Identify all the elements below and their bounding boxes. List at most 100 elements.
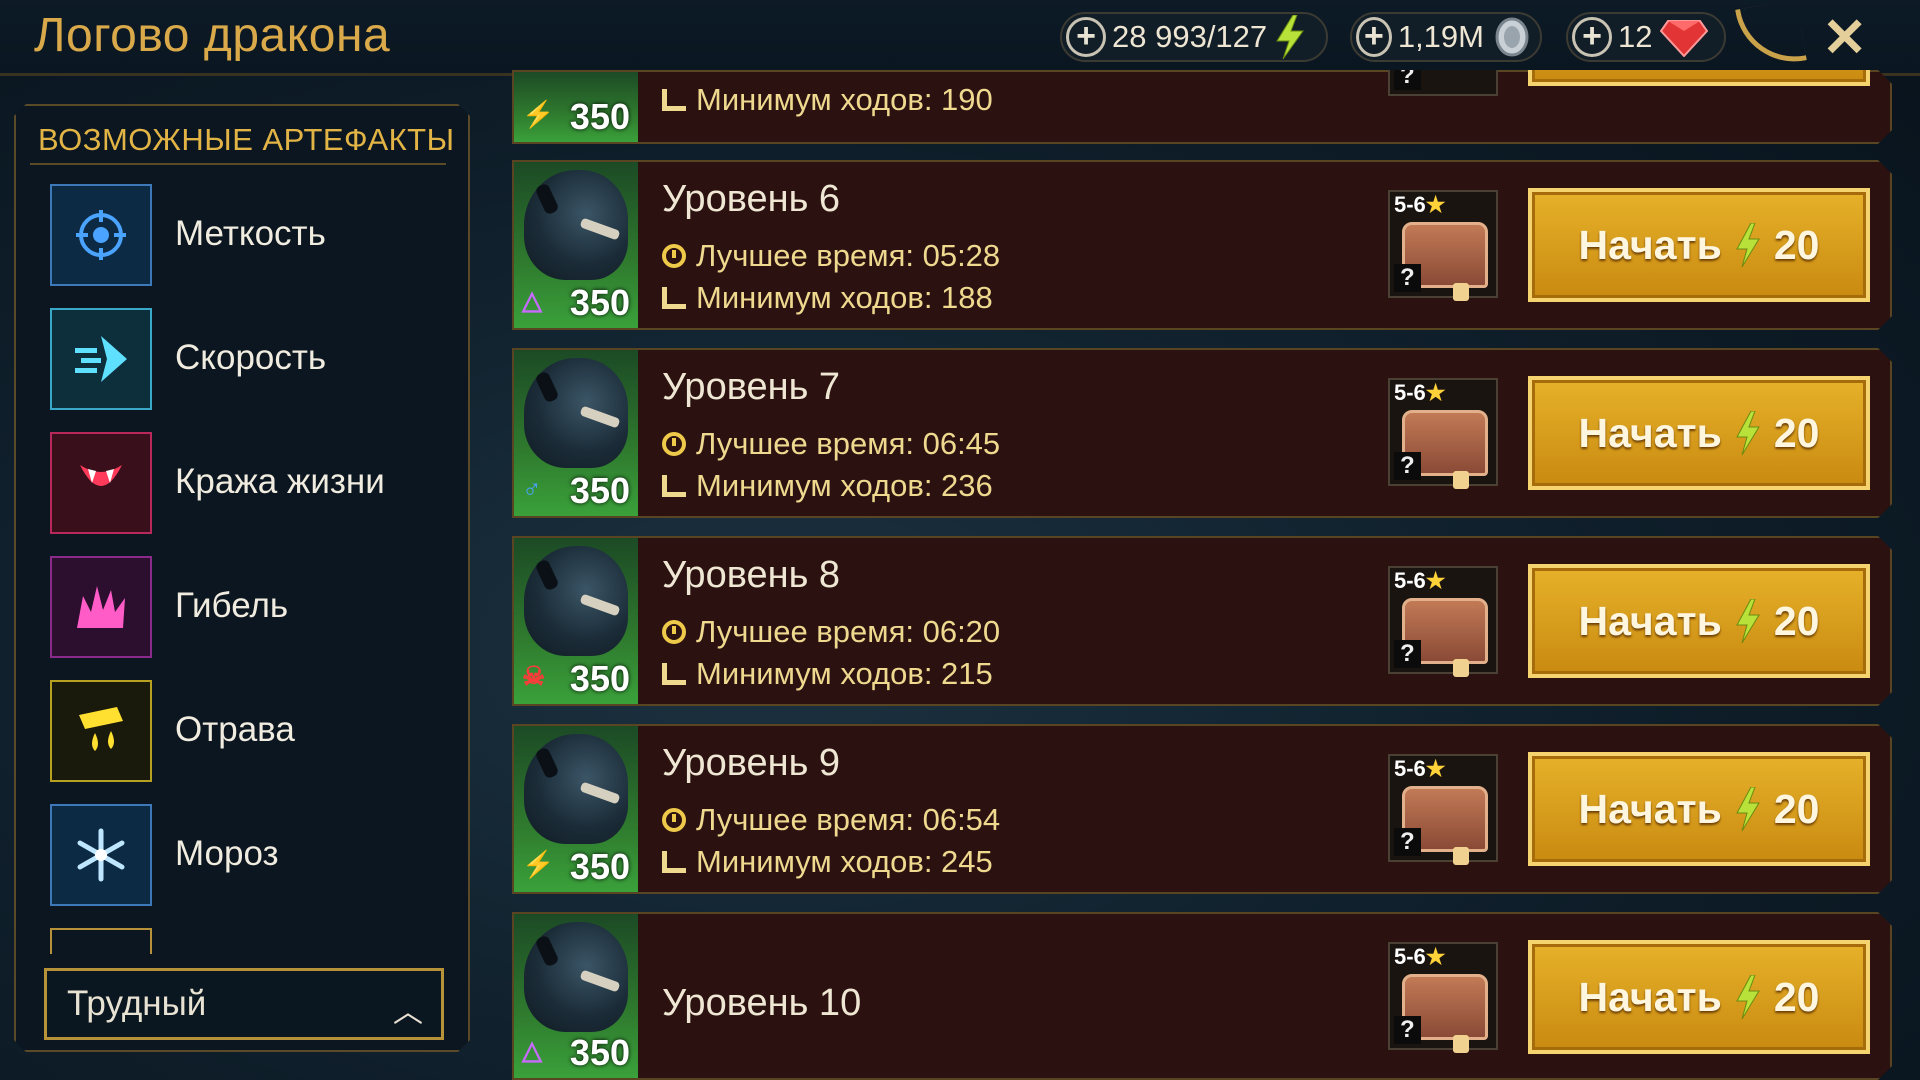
start-button[interactable]: Начать 20 [1528,188,1870,302]
boss-thumbnail: △ 350 [514,914,638,1078]
level-row: ♂ 350 Уровень 7 Лучшее время: 06:45 Минимум … [512,348,1892,518]
start-cost: 20 [1773,221,1820,268]
close-button[interactable]: ✕ [1822,6,1867,69]
dragon-image [524,734,628,844]
reward-chest[interactable]: 5-6★? [1388,942,1498,1050]
start-cost: 20 [1773,409,1820,456]
accuracy-icon[interactable] [50,184,152,286]
energy-icon [1736,599,1760,643]
stairs-icon [662,89,686,111]
reward-rank: 5-6★ [1394,756,1446,781]
lifesteal-icon[interactable] [50,432,152,534]
add-energy-button[interactable]: + [1066,17,1106,57]
level-name: Уровень 9 [662,742,841,784]
artifact-label-speed: Скорость [175,338,327,377]
boss-thumbnail: ☠ 350 [514,538,638,704]
artifact-label-accuracy: Меткость [175,214,326,253]
start-button[interactable]: Начать 20 [1528,564,1870,678]
dragon-image [524,546,628,656]
stairs-icon [662,475,686,497]
reward-chest[interactable]: 5-6★? [1388,754,1498,862]
unknown-reward-icon: ? [1394,1016,1421,1044]
force-affinity-icon: ⚡ [522,849,555,879]
gems-counter: + 12 [1566,12,1726,62]
start-cost: 20 [1773,785,1820,832]
dragon-image [524,170,628,280]
energy-icon [1275,15,1305,59]
boss-power: 350 [569,846,630,887]
difficulty-value: Трудный [67,984,207,1023]
add-gems-button[interactable]: + [1572,17,1612,57]
reward-chest[interactable]: 5-6★? [1388,190,1498,298]
start-button[interactable]: Начать 20 [1528,376,1870,490]
silver-counter: + 1,19M [1350,12,1542,62]
artifact-panel-heading: ВОЗМОЖНЫЕ АРТЕФАКТЫ [38,122,455,157]
unknown-reward-icon: ? [1394,264,1421,292]
crescent-icon [1735,0,1807,71]
frost-icon[interactable] [50,804,152,906]
start-label: Начать [1578,973,1722,1020]
start-button[interactable]: Начать 20 [1528,752,1870,866]
boss-thumbnail: ⚡ 350 [514,72,638,142]
divider [30,163,446,165]
boss-power: 350 [569,282,630,323]
level-name: Уровень 6 [662,178,841,220]
best-time: Лучшее время: 05:28 [662,238,1000,274]
silver-value: 1,19M [1397,19,1484,54]
reward-chest[interactable]: 5-6★? [1388,566,1498,674]
start-cost: 20 [1773,973,1820,1020]
artifact-label-frost: Мороз [175,834,279,873]
boss-power: 350 [569,470,630,511]
stairs-icon [662,663,686,685]
energy-icon [1736,223,1760,267]
level-name: Уровень 7 [662,366,841,408]
top-bar: Логово дракона + 28 993/127 + 1,19M + 12… [0,0,1920,76]
add-silver-button[interactable]: + [1356,17,1392,57]
destroy-icon[interactable] [50,556,152,658]
boss-power: 350 [569,658,630,699]
start-cost: 20 [1773,597,1820,644]
clock-icon [662,244,686,268]
page-title: Логово дракона [34,9,391,62]
gems-value: 12 [1618,19,1653,54]
stairs-icon [662,287,686,309]
reward-rank: 5-6★ [1394,380,1446,405]
artifact-label-destroy: Гибель [175,586,289,625]
silver-coin-icon [1492,17,1532,57]
dragon-image [524,922,628,1032]
boss-power: 350 [569,1032,630,1073]
start-label: Начать [1578,409,1722,456]
energy-icon [1736,411,1760,455]
unknown-reward-icon: ? [1394,640,1421,668]
boss-power: 350 [569,96,630,137]
min-turns: Минимум ходов: 245 [662,844,993,880]
artifact-label-toxic: Отрава [175,710,295,749]
level-name: Уровень 8 [662,554,841,596]
start-label: Начать [1578,785,1722,832]
artifact-slot-partial [50,928,152,954]
min-turns: Минимум ходов: 190 [662,82,993,118]
ruby-icon [1660,17,1709,57]
energy-value: 28 993/127 [1112,19,1268,54]
unknown-reward-icon: ? [1394,452,1421,480]
void-affinity-icon: △ [522,1035,542,1065]
reward-rank: 5-6★ [1394,192,1446,217]
clock-icon [662,620,686,644]
min-turns: Минимум ходов: 236 [662,468,993,504]
artifact-label-lifesteal: Кража жизни [175,462,385,501]
clock-icon [662,432,686,456]
spirit-affinity-icon: ☠ [522,661,546,691]
reward-chest[interactable]: 5-6★? [1388,378,1498,486]
level-row: △ 350 Уровень 10 5-6★? Начать 20 [512,912,1892,1080]
reward-rank: 5-6★ [1394,568,1446,593]
difficulty-select[interactable]: Трудный ︿ [44,968,444,1040]
speed-icon[interactable] [50,308,152,410]
toxic-icon[interactable] [50,680,152,782]
energy-icon [1736,787,1760,831]
level-name: Уровень 10 [662,982,862,1024]
clock-icon [662,808,686,832]
chevron-up-icon: ︿ [393,996,423,1029]
start-button[interactable]: Начать 20 [1528,940,1870,1054]
best-time: Лучшее время: 06:45 [662,426,1000,462]
dragon-image [524,358,628,468]
